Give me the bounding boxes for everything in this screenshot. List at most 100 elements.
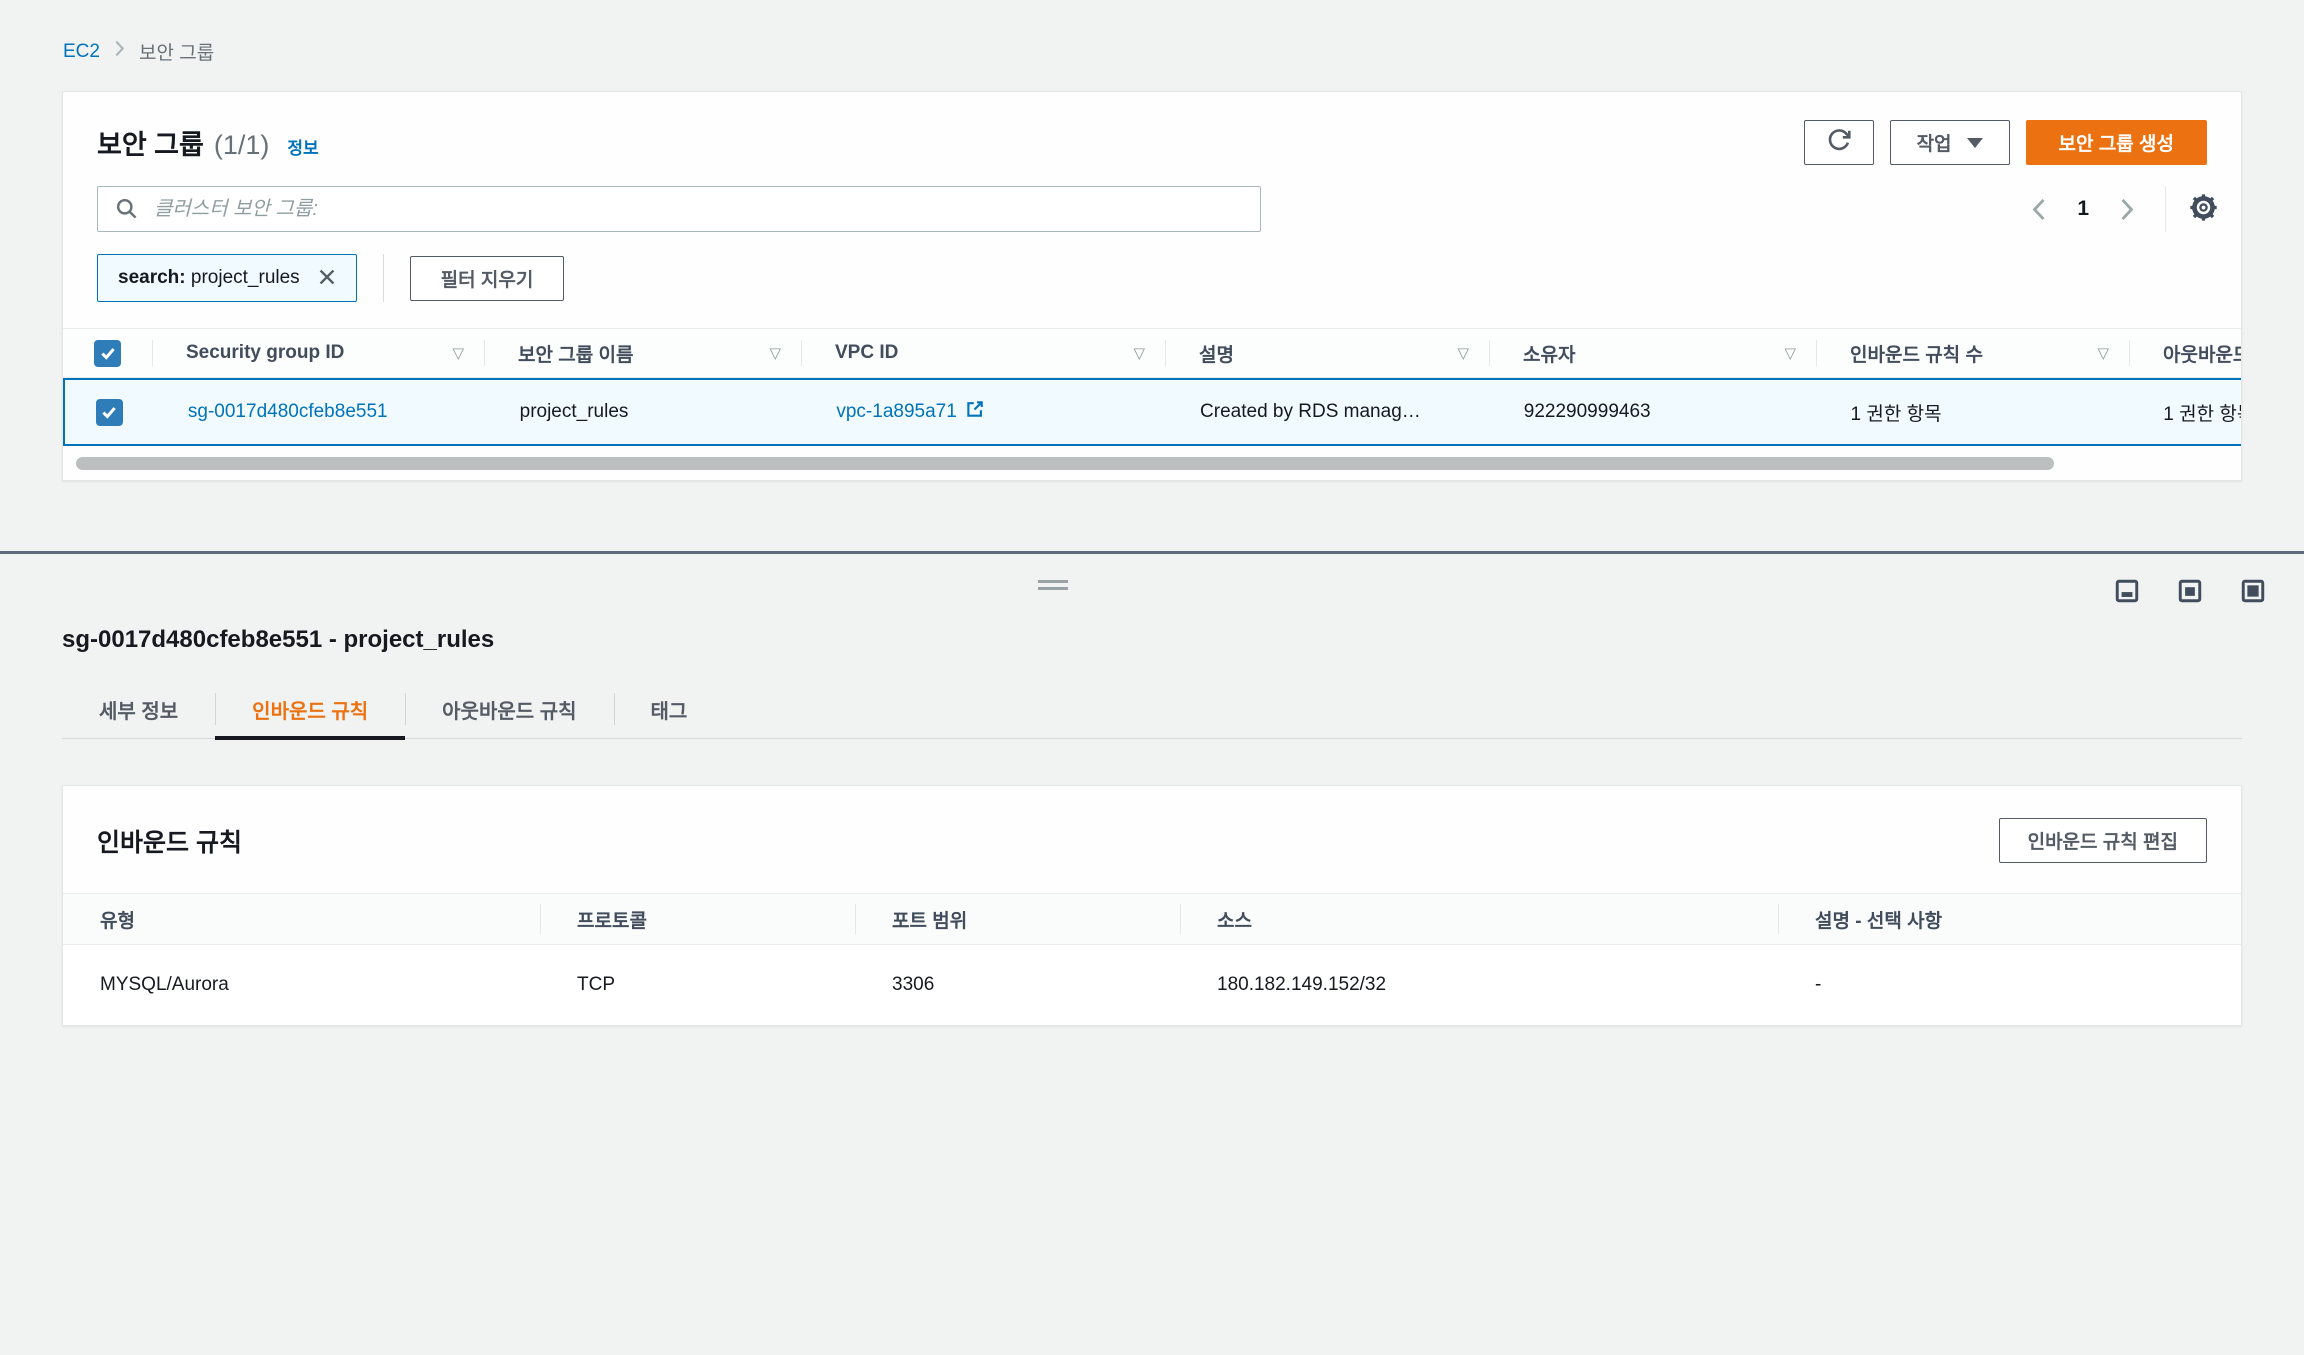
external-link-icon	[965, 399, 985, 425]
security-groups-table: Security group ID▽ 보안 그룹 이름▽ VPC ID▽ 설명▽…	[63, 328, 2241, 480]
panel-large-icon	[2240, 578, 2266, 607]
inbound-panel-title: 인바운드 규칙	[97, 823, 242, 859]
rules-column-type: 유형	[63, 894, 540, 944]
breadcrumb: EC2 보안 그룹	[0, 0, 2304, 65]
breadcrumb-ec2-link[interactable]: EC2	[63, 41, 100, 63]
sort-icon[interactable]: ▽	[452, 344, 464, 362]
detail-title: sg-0017d480cfeb8e551 - project_rules	[62, 626, 2242, 654]
rule-type: MYSQL/Aurora	[63, 945, 540, 1025]
select-all-checkbox[interactable]	[94, 340, 121, 367]
detail-section: sg-0017d480cfeb8e551 - project_rules 세부 …	[0, 626, 2304, 1026]
cell-inbound-rules-count: 1 권한 항목	[1817, 399, 2130, 426]
filter-chip-text: search: project_rules	[118, 267, 300, 289]
inbound-panel-header: 인바운드 규칙 인바운드 규칙 편집	[63, 786, 2241, 893]
sort-icon[interactable]: ▽	[769, 344, 781, 362]
filter-chip-value: project_rules	[191, 267, 300, 288]
filter-chip-remove-button[interactable]	[316, 266, 338, 291]
security-groups-card: 보안 그룹 (1/1) 정보 작업 보안 그룹 생성	[62, 91, 2242, 481]
search-input[interactable]	[97, 186, 1261, 232]
inbound-rules-panel: 인바운드 규칙 인바운드 규칙 편집 유형 프로토콜 포트 범위 소스 설명 -…	[62, 785, 2242, 1026]
column-header-vpc-id[interactable]: VPC ID▽	[801, 329, 1165, 377]
current-page-number[interactable]: 1	[2077, 197, 2089, 221]
panel-size-medium-button[interactable]	[2177, 578, 2203, 607]
tab-details[interactable]: 세부 정보	[62, 680, 215, 738]
preferences-button[interactable]	[2186, 190, 2221, 228]
panel-layout-controls	[2114, 578, 2266, 607]
sort-icon[interactable]: ▽	[1457, 344, 1469, 362]
actions-dropdown-button[interactable]: 작업	[1890, 120, 2010, 165]
column-header-description[interactable]: 설명▽	[1165, 329, 1489, 377]
rule-source: 180.182.149.152/32	[1180, 945, 1778, 1025]
column-header-owner[interactable]: 소유자▽	[1489, 329, 1816, 377]
table-header-row: Security group ID▽ 보안 그룹 이름▽ VPC ID▽ 설명▽…	[63, 329, 2241, 378]
cell-vpc-id: vpc-1a895a71	[802, 399, 1166, 425]
panel-small-icon	[2114, 578, 2140, 607]
tab-inbound-rules[interactable]: 인바운드 규칙	[215, 680, 405, 738]
filter-chips-row: search: project_rules 필터 지우기	[63, 232, 2241, 328]
create-security-group-button[interactable]: 보안 그룹 생성	[2026, 120, 2207, 165]
actions-dropdown-label: 작업	[1917, 129, 1952, 156]
title-text: 보안 그룹	[97, 123, 204, 162]
rules-column-protocol: 프로토콜	[540, 894, 855, 944]
horizontal-scrollbar	[65, 457, 2239, 470]
cell-description: Created by RDS manag…	[1166, 401, 1490, 423]
column-header-name[interactable]: 보안 그룹 이름▽	[484, 329, 801, 377]
close-icon	[318, 268, 336, 289]
rule-protocol: TCP	[540, 945, 855, 1025]
pagination: 1	[2027, 186, 2221, 232]
tab-outbound-rules[interactable]: 아웃바운드 규칙	[405, 680, 613, 738]
split-panel-bar	[0, 554, 2304, 614]
column-header-security-group-id[interactable]: Security group ID▽	[152, 329, 484, 377]
sort-icon[interactable]: ▽	[1784, 344, 1796, 362]
security-group-id-link[interactable]: sg-0017d480cfeb8e551	[188, 401, 388, 423]
rules-column-source: 소스	[1180, 894, 1778, 944]
search-icon	[115, 197, 138, 225]
panel-size-large-button[interactable]	[2240, 578, 2266, 607]
rule-port-range: 3306	[855, 945, 1180, 1025]
previous-page-button[interactable]	[2027, 194, 2051, 225]
breadcrumb-chevron-icon	[114, 40, 125, 63]
column-header-outbound-rules-count[interactable]: 아웃바운드 규칙 수▽	[2129, 329, 2241, 377]
search-box	[97, 186, 1261, 232]
row-checkbox[interactable]	[96, 399, 123, 426]
horizontal-scrollbar-thumb[interactable]	[76, 457, 2054, 470]
ec2-security-groups-page: EC2 보안 그룹 보안 그룹 (1/1) 정보	[0, 0, 2304, 1355]
tab-tags[interactable]: 태그	[614, 680, 725, 738]
edit-inbound-rules-button[interactable]: 인바운드 규칙 편집	[1999, 818, 2207, 863]
cell-outbound-rules-count: 1 권한 항목	[2129, 399, 2241, 426]
cell-security-group-id: sg-0017d480cfeb8e551	[154, 401, 486, 423]
filter-chip-key: search:	[118, 267, 186, 288]
title-count: (1/1)	[214, 130, 270, 161]
filter-chip: search: project_rules	[97, 254, 357, 302]
rules-column-port-range: 포트 범위	[855, 894, 1180, 944]
split-drag-handle[interactable]	[1038, 580, 1068, 594]
rule-description: -	[1778, 945, 2241, 1025]
page-title: 보안 그룹 (1/1) 정보	[97, 123, 319, 162]
panel-medium-icon	[2177, 578, 2203, 607]
info-link[interactable]: 정보	[287, 134, 318, 159]
rules-table-header: 유형 프로토콜 포트 범위 소스 설명 - 선택 사항	[63, 893, 2241, 945]
caret-down-icon	[1967, 138, 1983, 148]
rules-table-row: MYSQL/Aurora TCP 3306 180.182.149.152/32…	[63, 945, 2241, 1025]
header-actions: 작업 보안 그룹 생성	[1804, 120, 2207, 165]
table-row[interactable]: sg-0017d480cfeb8e551 project_rules vpc-1…	[63, 378, 2241, 446]
clear-filters-button[interactable]: 필터 지우기	[410, 256, 565, 301]
cell-owner: 922290999463	[1490, 401, 1817, 423]
chips-divider	[383, 254, 384, 302]
panel-size-small-button[interactable]	[2114, 578, 2140, 607]
refresh-icon	[1826, 127, 1852, 159]
column-header-inbound-rules-count[interactable]: 인바운드 규칙 수▽	[1816, 329, 2129, 377]
next-page-button[interactable]	[2115, 194, 2139, 225]
card-header: 보안 그룹 (1/1) 정보 작업 보안 그룹 생성	[63, 92, 2241, 165]
breadcrumb-current: 보안 그룹	[139, 38, 214, 65]
cell-name: project_rules	[486, 401, 803, 423]
rules-column-description: 설명 - 선택 사항	[1778, 894, 2241, 944]
vpc-id-link[interactable]: vpc-1a895a71	[836, 401, 956, 423]
row-select-cell	[65, 399, 154, 426]
header-select-cell	[63, 329, 152, 377]
refresh-button[interactable]	[1804, 120, 1874, 165]
detail-tabs: 세부 정보 인바운드 규칙 아웃바운드 규칙 태그	[62, 680, 2242, 739]
gear-icon	[2188, 192, 2219, 226]
sort-icon[interactable]: ▽	[2097, 344, 2109, 362]
sort-icon[interactable]: ▽	[1133, 344, 1145, 362]
